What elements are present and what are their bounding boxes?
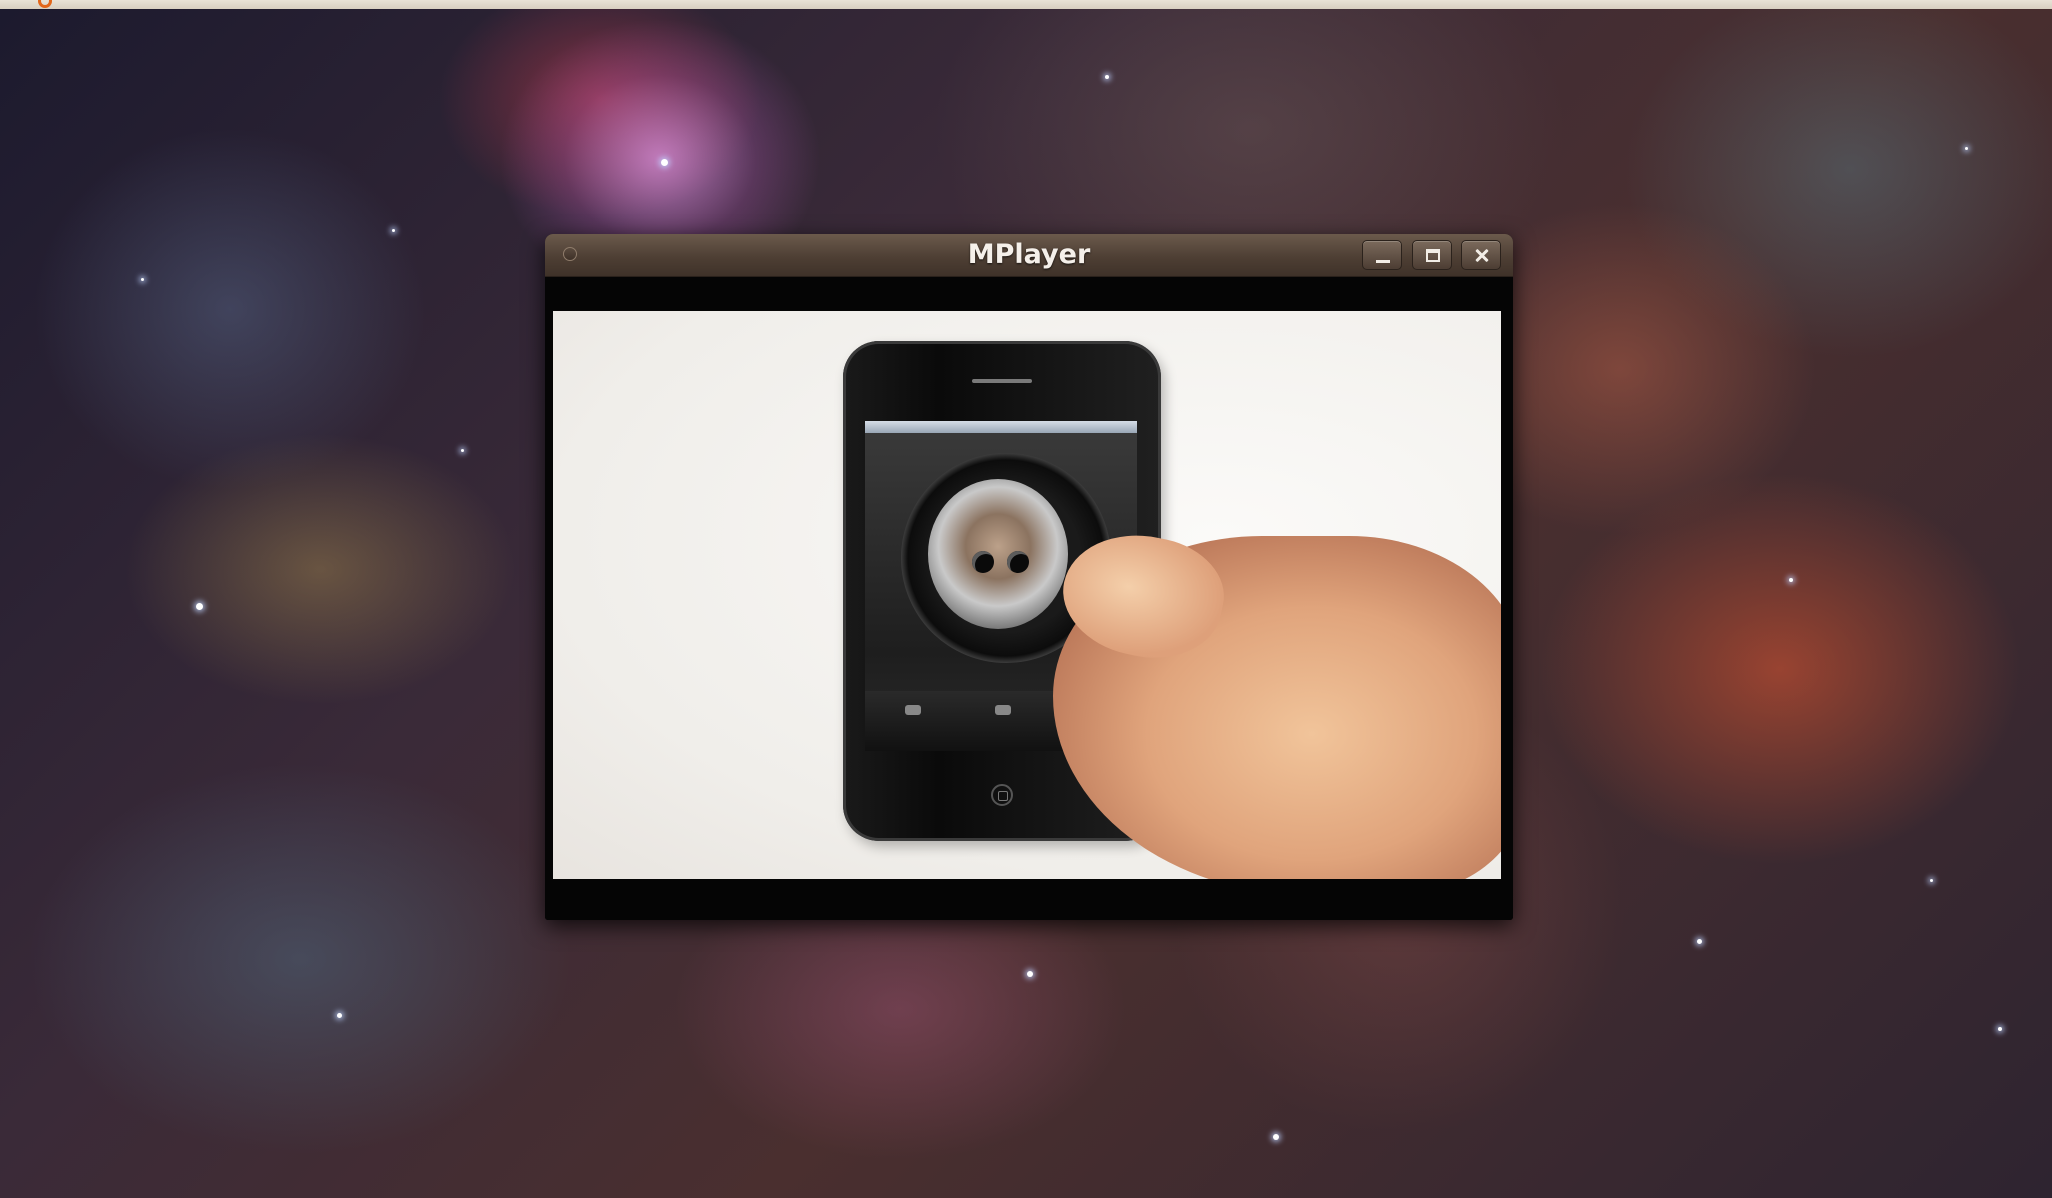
close-icon xyxy=(1462,241,1502,271)
star xyxy=(1027,971,1033,977)
star xyxy=(1105,75,1109,79)
toolbar-icon xyxy=(995,705,1011,715)
star xyxy=(1789,578,1793,582)
star xyxy=(1930,879,1933,882)
phone-speaker xyxy=(972,379,1032,383)
star xyxy=(1998,1027,2002,1031)
star xyxy=(661,159,668,166)
dog-eye xyxy=(1007,551,1029,573)
maximize-button[interactable] xyxy=(1412,240,1452,270)
maximize-icon xyxy=(1426,249,1440,262)
video-frame[interactable] xyxy=(553,311,1501,879)
mplayer-window[interactable]: MPlayer xyxy=(545,234,1513,920)
phone-home-button xyxy=(991,784,1013,806)
window-titlebar[interactable]: MPlayer xyxy=(545,234,1513,277)
camera-lens xyxy=(928,479,1068,629)
star xyxy=(196,603,203,610)
star xyxy=(337,1013,342,1018)
minimize-icon xyxy=(1376,260,1390,263)
star xyxy=(392,229,395,232)
star xyxy=(1697,939,1702,944)
minimize-button[interactable] xyxy=(1362,240,1402,270)
phone-status-bar xyxy=(865,421,1137,433)
star xyxy=(141,278,144,281)
dog-eye xyxy=(972,551,994,573)
star xyxy=(1273,1134,1279,1140)
star xyxy=(1965,147,1968,150)
star xyxy=(461,449,464,452)
close-button[interactable] xyxy=(1461,240,1501,270)
ubuntu-logo-icon[interactable] xyxy=(38,0,52,8)
toolbar-icon xyxy=(905,705,921,715)
top-panel xyxy=(0,0,2052,9)
video-area[interactable] xyxy=(545,277,1513,920)
